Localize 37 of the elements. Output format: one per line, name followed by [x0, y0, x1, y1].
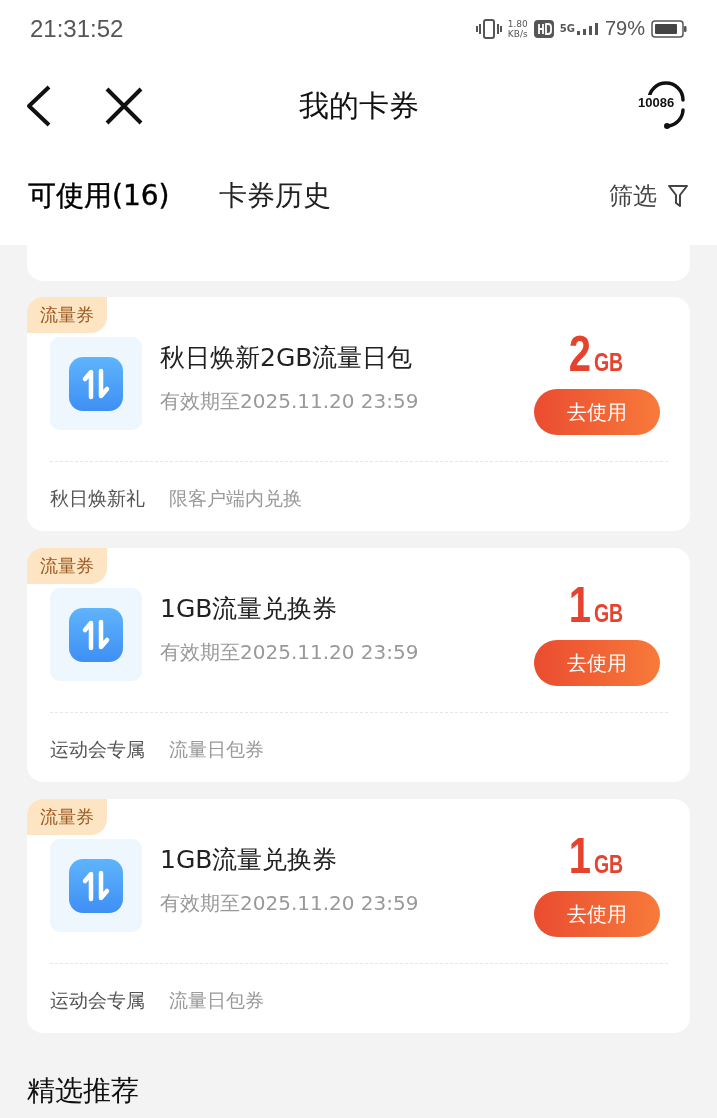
coupon-tag: 流量券 [27, 297, 107, 333]
validity-date: 有效期至2025.11.20 23:59 [160, 639, 419, 666]
page-title: 我的卡券 [298, 86, 419, 125]
signal-icon [576, 22, 599, 35]
hd-icon [533, 19, 554, 38]
coupon-note: 流量日包券 [169, 988, 264, 1013]
data-transfer-icon [50, 588, 142, 681]
status-time: 21:31:52 [30, 14, 124, 43]
data-transfer-icon [50, 839, 142, 932]
coupon-tag: 流量券 [27, 548, 107, 584]
battery-percent: 79% [604, 17, 645, 40]
filter-button[interactable]: 筛选 [609, 180, 689, 212]
battery-icon [651, 19, 687, 38]
coupon-tag: 流量券 [27, 799, 107, 835]
network-speed: 1.80 KB/s [507, 18, 528, 39]
section-title: 精选推荐 [27, 1073, 140, 1109]
coupon-amount: 1GB [567, 576, 625, 634]
network-type: 5G [559, 23, 575, 34]
coupon-note: 运动会专属 [50, 988, 145, 1013]
back-icon[interactable] [26, 85, 52, 127]
validity-date: 有效期至2025.11.20 23:59 [160, 890, 419, 917]
filter-icon [667, 184, 689, 208]
coupon-title: 秋日焕新2GB流量日包 [160, 342, 414, 374]
coupon-note: 限客户端内兑换 [169, 486, 302, 511]
tab[interactable]: 可使用(16) [28, 177, 170, 215]
vibrate-icon [475, 18, 502, 39]
validity-date: 有效期至2025.11.20 23:59 [160, 388, 419, 415]
data-transfer-icon [50, 337, 142, 430]
tab[interactable]: 卡券历史 [219, 177, 332, 215]
coupon-title: 1GB流量兑换券 [160, 844, 339, 876]
coupon-title: 1GB流量兑换券 [160, 593, 339, 625]
coupon-amount: 2GB [567, 325, 625, 383]
close-icon[interactable] [104, 86, 144, 126]
coupon-note: 运动会专属 [50, 737, 145, 762]
coupon-amount: 1GB [567, 827, 625, 885]
coupon-note: 秋日焕新礼 [50, 486, 145, 511]
coupon-note: 流量日包券 [169, 737, 264, 762]
